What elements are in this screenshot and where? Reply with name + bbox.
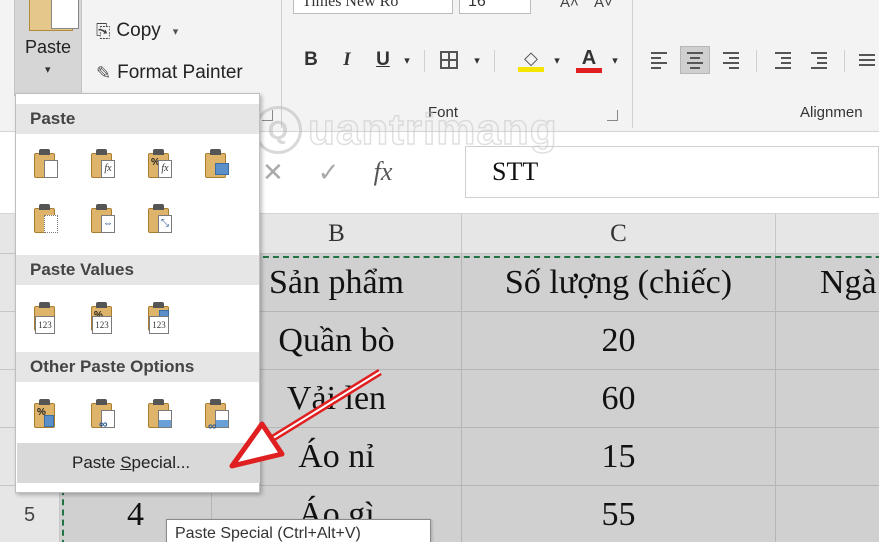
paste-formatting-icon[interactable]: % (33, 399, 59, 429)
keep-source-formatting-icon[interactable] (204, 149, 230, 179)
chevron-down-icon[interactable]: ▾ (550, 46, 564, 74)
bold-button[interactable]: B (298, 46, 324, 74)
divider (756, 50, 757, 72)
section-paste-values-header: Paste Values (16, 255, 259, 285)
transpose-icon[interactable]: ⤡ (147, 204, 173, 234)
merge-center-button[interactable] (852, 46, 879, 74)
divider (281, 0, 282, 128)
paste-formulas-number-format-icon[interactable]: % fx (147, 149, 173, 179)
copy-icon: ⎘ (96, 20, 111, 41)
divider (424, 50, 425, 72)
paste-special-label-pre: Paste (72, 453, 121, 472)
grow-font-icon[interactable]: A˄ (560, 0, 579, 11)
shrink-font-icon[interactable]: A˅ (594, 0, 613, 11)
font-name-box[interactable]: Times New Ro (293, 0, 453, 14)
paste-icon[interactable] (33, 149, 59, 179)
font-color-letter: A (581, 46, 597, 69)
chevron-down-icon[interactable]: ▾ (470, 46, 484, 74)
font-group-label: Font (428, 104, 459, 121)
font-size-box[interactable]: 16 (459, 0, 531, 14)
borders-icon (440, 51, 458, 69)
paste-special-tooltip: Paste Special (Ctrl+Alt+V) (166, 519, 431, 542)
increase-indent-button[interactable] (804, 46, 834, 74)
fill-color-button[interactable]: ◇ (514, 46, 548, 74)
section-paste-header: Paste (16, 104, 259, 134)
formula-input[interactable]: STT (465, 146, 879, 198)
chevron-down-icon[interactable]: ▾ (400, 46, 414, 74)
paste-picture-icon[interactable] (147, 399, 173, 429)
divider (494, 50, 495, 72)
align-right-button[interactable] (716, 46, 746, 74)
paste-special-label-post: pecial... (131, 453, 191, 472)
paint-bucket-icon: ◇ (524, 47, 538, 68)
linked-picture-icon[interactable]: ∞ (204, 399, 230, 433)
format-painter-button[interactable]: ✎ Format Painter (96, 60, 243, 86)
column-header-c[interactable]: C (462, 214, 776, 254)
keep-column-widths-icon[interactable]: ⇔ (90, 204, 116, 234)
fill-color-swatch (518, 66, 544, 72)
clipboard-dialog-launcher-icon[interactable] (262, 110, 273, 121)
row-header-5[interactable]: 5 (0, 486, 60, 542)
align-left-button[interactable] (644, 46, 674, 74)
divider (632, 0, 633, 128)
paste-special-accelerator: S (120, 453, 132, 472)
font-dialog-launcher-icon[interactable] (607, 110, 618, 121)
paste-dropdown-menu: Paste fx %fx ⇔ ⤡ Paste Values 123 %123 1… (15, 93, 260, 493)
format-painter-label: Format Painter (117, 62, 243, 83)
no-borders-icon[interactable] (33, 204, 59, 234)
paste-formulas-icon[interactable]: fx (90, 149, 116, 179)
chevron-down-icon[interactable]: ▾ (173, 25, 179, 38)
font-color-swatch (576, 67, 602, 73)
font-color-button[interactable]: A (572, 46, 606, 74)
chevron-down-icon[interactable]: ▾ (45, 63, 51, 76)
formula-controls: ✕ ✓ fx (262, 152, 392, 192)
chevron-down-icon[interactable]: ▾ (608, 46, 622, 74)
column-header-d[interactable] (776, 214, 879, 254)
borders-button[interactable] (434, 46, 464, 74)
copy-label: Copy (116, 20, 161, 41)
enter-icon[interactable]: ✓ (318, 157, 340, 188)
paper-icon (51, 0, 79, 29)
alignment-group-label: Alignmen (800, 104, 863, 121)
paste-button[interactable]: Paste ▾ (14, 0, 82, 96)
section-other-paste-options-header: Other Paste Options (16, 352, 259, 382)
paste-label: Paste (25, 37, 72, 57)
paste-link-icon[interactable]: ∞ (90, 399, 116, 431)
paste-values-icon[interactable]: 123 (33, 302, 59, 334)
values-source-formatting-icon[interactable]: 123 (147, 302, 173, 334)
insert-function-icon[interactable]: fx (374, 157, 393, 187)
underline-button[interactable]: U (370, 46, 396, 74)
italic-button[interactable]: I (334, 46, 360, 74)
values-number-format-icon[interactable]: %123 (90, 302, 116, 334)
format-painter-icon: ✎ (96, 62, 112, 83)
divider (844, 50, 845, 72)
decrease-indent-button[interactable] (768, 46, 798, 74)
cancel-icon[interactable]: ✕ (262, 157, 284, 188)
paste-special-menu-item[interactable]: Paste Special... (17, 443, 260, 483)
align-center-button[interactable] (680, 46, 710, 74)
copy-button[interactable]: ⎘ Copy ▾ (96, 18, 178, 44)
